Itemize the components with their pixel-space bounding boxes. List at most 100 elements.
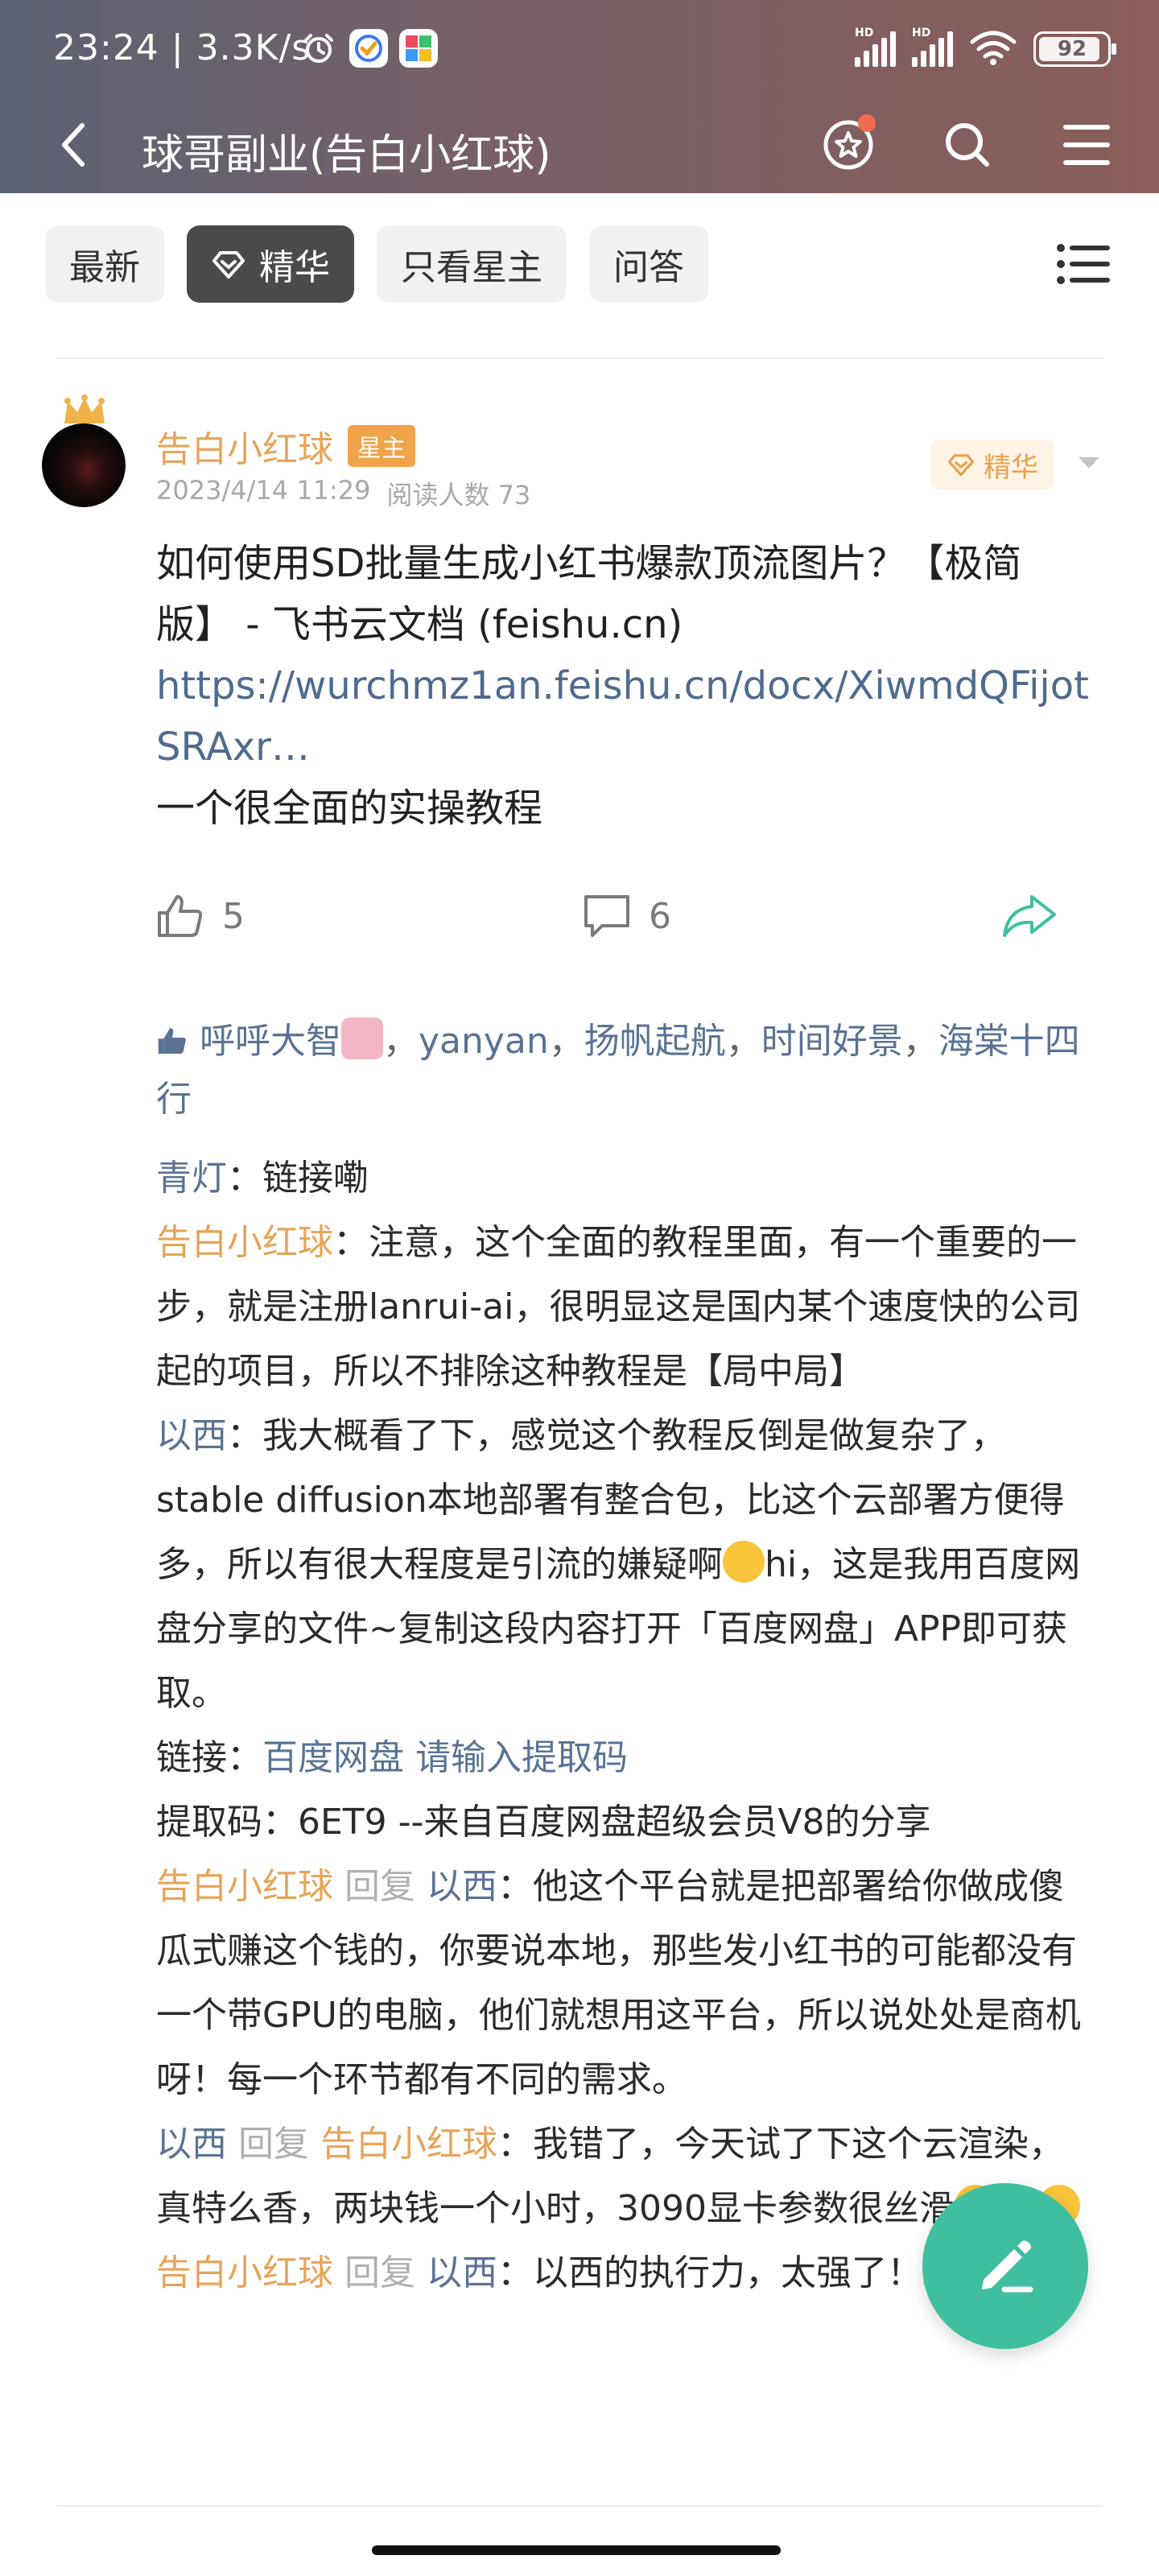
chevron-left-icon [62, 123, 85, 167]
separator: ， [548, 1021, 584, 1062]
check-app-icon [349, 29, 388, 68]
extract-code-text: 提取码：6ET9 --来自百度网盘超级会员V8的分享 [156, 1802, 931, 1843]
battery-icon: 92 [1033, 31, 1116, 67]
alarm-icon [299, 29, 338, 68]
comment-item[interactable]: 告白小红球 回复 以西：他这个平台就是把部署给你做成傻瓜式赚这个钱的，你要说本地… [156, 1855, 1090, 2112]
network-speed: 3.3K/s [196, 27, 311, 68]
puzzle-app-icon [399, 29, 438, 68]
tab-label: 精华 [259, 247, 330, 288]
top-bar: 23:24 | 3.3K/s HD HD 92 球哥副业(告白小红球) [0, 0, 1159, 193]
featured-label: 精华 [984, 451, 1038, 484]
list-icon [1057, 244, 1110, 284]
share-button[interactable] [1001, 894, 1058, 939]
comment-item[interactable]: 以西：我大概看了下，感觉这个教程反倒是做复杂了，stable diffusion… [156, 1404, 1090, 1726]
crown-icon [64, 394, 105, 423]
thumbs-up-icon [158, 895, 203, 937]
comment-author[interactable]: 告白小红球 [156, 2252, 333, 2293]
diamond-icon [212, 251, 245, 279]
tab-label: 只看星主 [401, 247, 542, 288]
comment-item: 链接：百度网盘 请输入提取码 [156, 1726, 1090, 1790]
tab-latest[interactable]: 最新 [45, 225, 164, 303]
signal-label-2: HD [912, 27, 931, 39]
author-row: 告白小红球 星主 [156, 420, 415, 472]
owner-badge: 星主 [348, 425, 415, 467]
list-view-button[interactable] [1054, 238, 1112, 290]
divider [56, 357, 1103, 359]
filter-tabs: 最新 精华 只看星主 问答 [45, 225, 708, 303]
author-name[interactable]: 告白小红球 [156, 420, 333, 472]
tab-owner-only[interactable]: 只看星主 [377, 225, 567, 303]
clock-text: 23:24 [53, 27, 159, 68]
tab-featured[interactable]: 精华 [187, 225, 354, 303]
comment-count: 6 [649, 895, 671, 937]
liker-name[interactable]: 时间好景 [761, 1021, 903, 1062]
divider [56, 2505, 1103, 2507]
reply-word: 回复 [344, 2252, 415, 2293]
comment-item[interactable]: 青灯：链接嘞 [156, 1146, 1090, 1211]
status-time: 23:24 | 3.3K/s [53, 27, 311, 68]
signal-icon-2: HD [912, 27, 953, 67]
post-text-body: 一个很全面的实操教程 [156, 786, 543, 831]
status-right: HD HD 92 [855, 27, 1116, 69]
comment-icon [584, 895, 629, 937]
search-icon [946, 123, 989, 167]
back-button[interactable] [42, 113, 106, 177]
separator: ， [383, 1021, 419, 1062]
liker-name[interactable]: yanyan [419, 1021, 549, 1062]
shaved-ice-emoji-icon [341, 1018, 383, 1059]
comment-author[interactable]: 以西 [156, 1415, 227, 1456]
reply-target[interactable]: 以西 [427, 2252, 497, 2293]
comment-author[interactable]: 告白小红球 [156, 1222, 333, 1263]
separator: ， [725, 1021, 761, 1062]
nav-bar: 球哥副业(告白小红球) [0, 97, 1159, 193]
signal-label: HD [855, 27, 874, 39]
liker-name[interactable]: 呼呼大智 [200, 1021, 341, 1062]
notification-dot [858, 114, 876, 132]
home-indicator[interactable] [372, 2545, 781, 2555]
status-divider: | [171, 27, 196, 68]
wifi-icon [969, 29, 1017, 69]
more-options-caret-icon[interactable] [1079, 457, 1099, 469]
post-meta: 2023/4/14 11:29 阅读人数 73 [156, 475, 530, 512]
post-date: 2023/4/14 11:29 [156, 475, 371, 506]
menu-icon [1063, 125, 1110, 165]
featured-badge: 精华 [930, 440, 1054, 489]
nav-actions [816, 113, 1119, 177]
baidu-pan-link[interactable]: 百度网盘 请输入提取码 [262, 1737, 628, 1778]
menu-button[interactable] [1054, 113, 1119, 177]
post-content: 如何使用SD批量生成小红书爆款顶流图片？【极简版】 - 飞书云文档 (feish… [156, 533, 1090, 839]
comment-author[interactable]: 告白小红球 [156, 1866, 333, 1907]
comment-author[interactable]: 以西 [156, 2124, 227, 2165]
status-icons [299, 29, 438, 68]
reply-target[interactable]: 以西 [427, 1866, 497, 1907]
reply-word: 回复 [238, 2124, 309, 2165]
reply-target[interactable]: 告白小红球 [320, 2124, 497, 2165]
like-button[interactable]: 5 [156, 894, 245, 939]
comment-item: 提取码：6ET9 --来自百度网盘超级会员V8的分享 [156, 1790, 1090, 1855]
compose-button[interactable] [922, 2183, 1088, 2349]
read-count: 阅读人数 73 [386, 480, 531, 510]
link-prefix: 链接： [156, 1737, 262, 1778]
comment-author[interactable]: 青灯 [156, 1158, 227, 1199]
post-actions: 5 6 [156, 894, 1082, 958]
comment-button[interactable]: 6 [583, 894, 671, 939]
page-title: 球哥副业(告白小红球) [142, 131, 551, 180]
thumbs-up-icon [158, 1028, 186, 1054]
tab-label: 最新 [69, 247, 140, 288]
post-link[interactable]: https://wurchmz1an.feishu.cn/docx/XiwmdQ… [156, 655, 1090, 778]
avatar[interactable] [42, 423, 126, 507]
comment-item[interactable]: 告白小红球：注意，这个全面的教程里面，有一个重要的一步，就是注册lanrui-a… [156, 1211, 1090, 1404]
liker-name[interactable]: 扬帆起航 [584, 1021, 726, 1062]
star-button[interactable] [816, 113, 881, 177]
like-count: 5 [222, 895, 245, 937]
battery-level: 92 [1057, 37, 1087, 61]
status-bar: 23:24 | 3.3K/s HD HD 92 [0, 0, 1159, 97]
comment-text: ：链接嘞 [227, 1158, 369, 1199]
separator: ， [902, 1021, 938, 1062]
author-avatar-group[interactable] [42, 394, 130, 507]
search-button[interactable] [935, 113, 1000, 177]
post-text-title: 如何使用SD批量生成小红书爆款顶流图片？【极简版】 - 飞书云文档 (feish… [156, 541, 1022, 647]
thinking-emoji-icon [723, 1541, 765, 1583]
tab-qa[interactable]: 问答 [589, 225, 708, 303]
signal-icon: HD [855, 27, 896, 67]
